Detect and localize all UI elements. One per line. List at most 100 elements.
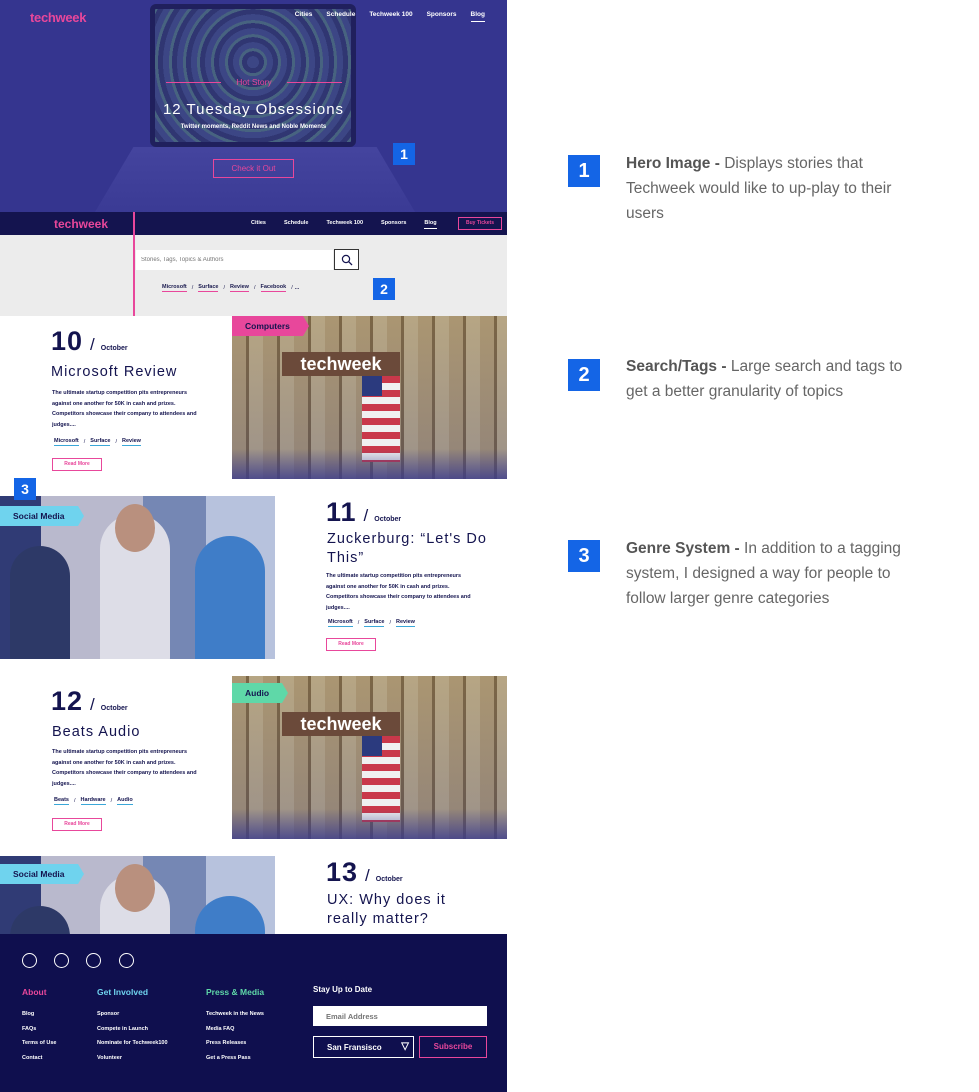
article-month: October [374,516,402,523]
tag-surface[interactable]: Surface [198,284,219,292]
footer-link[interactable]: Nominate for Techweek100 [97,1036,168,1051]
article-tag[interactable]: Review [396,619,415,627]
footer: About Blog FAQs Terms of Use Contact Get… [0,934,507,1092]
article-tag[interactable]: Hardware [80,797,106,805]
article-excerpt: The ultimate startup competition pits en… [326,573,471,611]
footer-link[interactable]: FAQs [22,1022,56,1037]
chevron-down-icon: ▽ [401,1041,409,1052]
hero-nav-schedule[interactable]: Schedule [326,11,355,22]
hero-nav-blog[interactable]: Blog [470,11,485,22]
article-title[interactable]: Zuckerburg: “Let's Do This” [327,530,497,568]
tag-facebook[interactable]: Facebook [260,284,287,292]
footer-link[interactable]: Sponsor [97,1007,168,1022]
annotation-marker-3: 3 [568,540,600,572]
annotation-search: Search/Tags - Large search and tags to g… [626,354,911,404]
buy-tickets-button[interactable]: Buy Tickets [458,217,502,230]
article-title[interactable]: Microsoft Review [51,363,177,382]
article-photo[interactable]: Social Media [0,496,275,659]
nav-techweek100[interactable]: Techweek 100 [326,220,363,229]
hero-kicker-row: Hot Story [166,76,342,90]
read-more-button[interactable]: Read More [326,638,376,651]
article-card: Social Media 3 11 / October Zuckerburg: … [0,478,507,676]
hero-laptop-keyboard [95,147,415,212]
article-tag[interactable]: Microsoft [328,619,353,627]
genre-label[interactable]: Social Media [0,506,83,526]
flag-image [362,722,400,822]
footer-column-get-involved: Get Involved Sponsor Compete in Launch N… [97,987,168,1066]
search-button[interactable] [334,249,359,270]
hero-cta-button[interactable]: Check it Out [213,159,294,178]
tag-microsoft[interactable]: Microsoft [162,284,187,292]
article-tags: Beats / Hardware / Audio [54,797,133,805]
city-select[interactable]: San Fransisco ▽ [313,1036,414,1058]
article-day: 13 [326,857,359,887]
footer-link[interactable]: Compete in Launch [97,1022,168,1037]
article-title[interactable]: UX: Why does it really matter? [327,891,477,929]
nav-cities[interactable]: Cities [251,220,266,229]
article-tags: Microsoft / Surface / Review [54,438,141,446]
nav-logo[interactable]: techweek [54,217,108,231]
article-tag[interactable]: Surface [364,619,385,627]
search-input[interactable] [136,250,333,270]
footer-link[interactable]: Blog [22,1007,56,1022]
flag-image [362,362,400,462]
genre-label[interactable]: Computers [232,316,309,336]
footer-link[interactable]: Get a Press Pass [206,1051,264,1066]
marker-1: 1 [393,143,415,165]
nav-links: Cities Schedule Techweek 100 Sponsors Bl… [251,220,455,229]
hero-nav-techweek100[interactable]: Techweek 100 [369,11,412,22]
article-tag[interactable]: Review [122,438,141,446]
subscribe-button[interactable]: Subscribe [419,1036,487,1058]
social-icon[interactable] [22,953,37,968]
footer-link[interactable]: Terms of Use [22,1036,56,1051]
social-icon[interactable] [119,953,134,968]
marker-3: 3 [14,478,36,500]
article-date: 13 / October [326,857,403,887]
tag-list: Microsoft / Surface / Review / Facebook / ..… [162,284,300,292]
article-tag[interactable]: Beats [54,797,69,805]
tag-review[interactable]: Review [230,284,249,292]
article-tag[interactable]: Microsoft [54,438,79,446]
search-icon [341,254,353,266]
website-mockup: techweek Cities Schedule Techweek 100 Sp… [0,0,507,1092]
nav-schedule[interactable]: Schedule [284,220,308,229]
read-more-button[interactable]: Read More [52,818,102,831]
article-month: October [375,876,403,883]
hero-nav-cities[interactable]: Cities [295,11,313,22]
techweek-banner: techweek [282,352,400,376]
social-icon[interactable] [86,953,101,968]
article-photo[interactable]: techweek Audio [232,676,507,839]
annotation-label: Genre System - [626,540,740,557]
annotation-marker-1: 1 [568,155,600,187]
social-icon[interactable] [54,953,69,968]
article-day: 12 [51,686,84,716]
city-select-value: San Fransisco [327,1043,382,1052]
footer-link[interactable]: Techweek in the News [206,1007,264,1022]
article-photo[interactable]: techweek Computers [232,316,507,479]
footer-column-about: About Blog FAQs Terms of Use Contact [22,987,56,1066]
footer-link[interactable]: Volunteer [97,1051,168,1066]
article-tag[interactable]: Audio [117,797,133,805]
nav-blog[interactable]: Blog [424,220,437,229]
footer-link[interactable]: Contact [22,1051,56,1066]
article-day: 11 [326,497,357,527]
article-card: 10 / October Microsoft Review The ultima… [0,316,507,496]
article-photo[interactable]: Social Media [0,856,275,934]
footer-link[interactable]: Press Releases [206,1036,264,1051]
annotation-hero: Hero Image - Displays stories that Techw… [626,151,911,226]
hero-nav-sponsors[interactable]: Sponsors [427,11,457,22]
nav-sponsors[interactable]: Sponsors [381,220,406,229]
article-title[interactable]: Beats Audio [52,723,140,742]
footer-link[interactable]: Media FAQ [206,1022,264,1037]
genre-label[interactable]: Audio [232,683,289,703]
email-field[interactable] [313,1006,487,1026]
footer-heading: Press & Media [206,987,265,997]
techweek-banner: techweek [282,712,400,736]
article-tag[interactable]: Surface [90,438,111,446]
marker-2: 2 [373,278,395,300]
genre-label[interactable]: Social Media [0,864,83,884]
tag-more[interactable]: ... [295,285,300,292]
article-date: 11 / October [326,497,402,527]
read-more-button[interactable]: Read More [52,458,102,471]
hero-logo[interactable]: techweek [30,10,86,25]
